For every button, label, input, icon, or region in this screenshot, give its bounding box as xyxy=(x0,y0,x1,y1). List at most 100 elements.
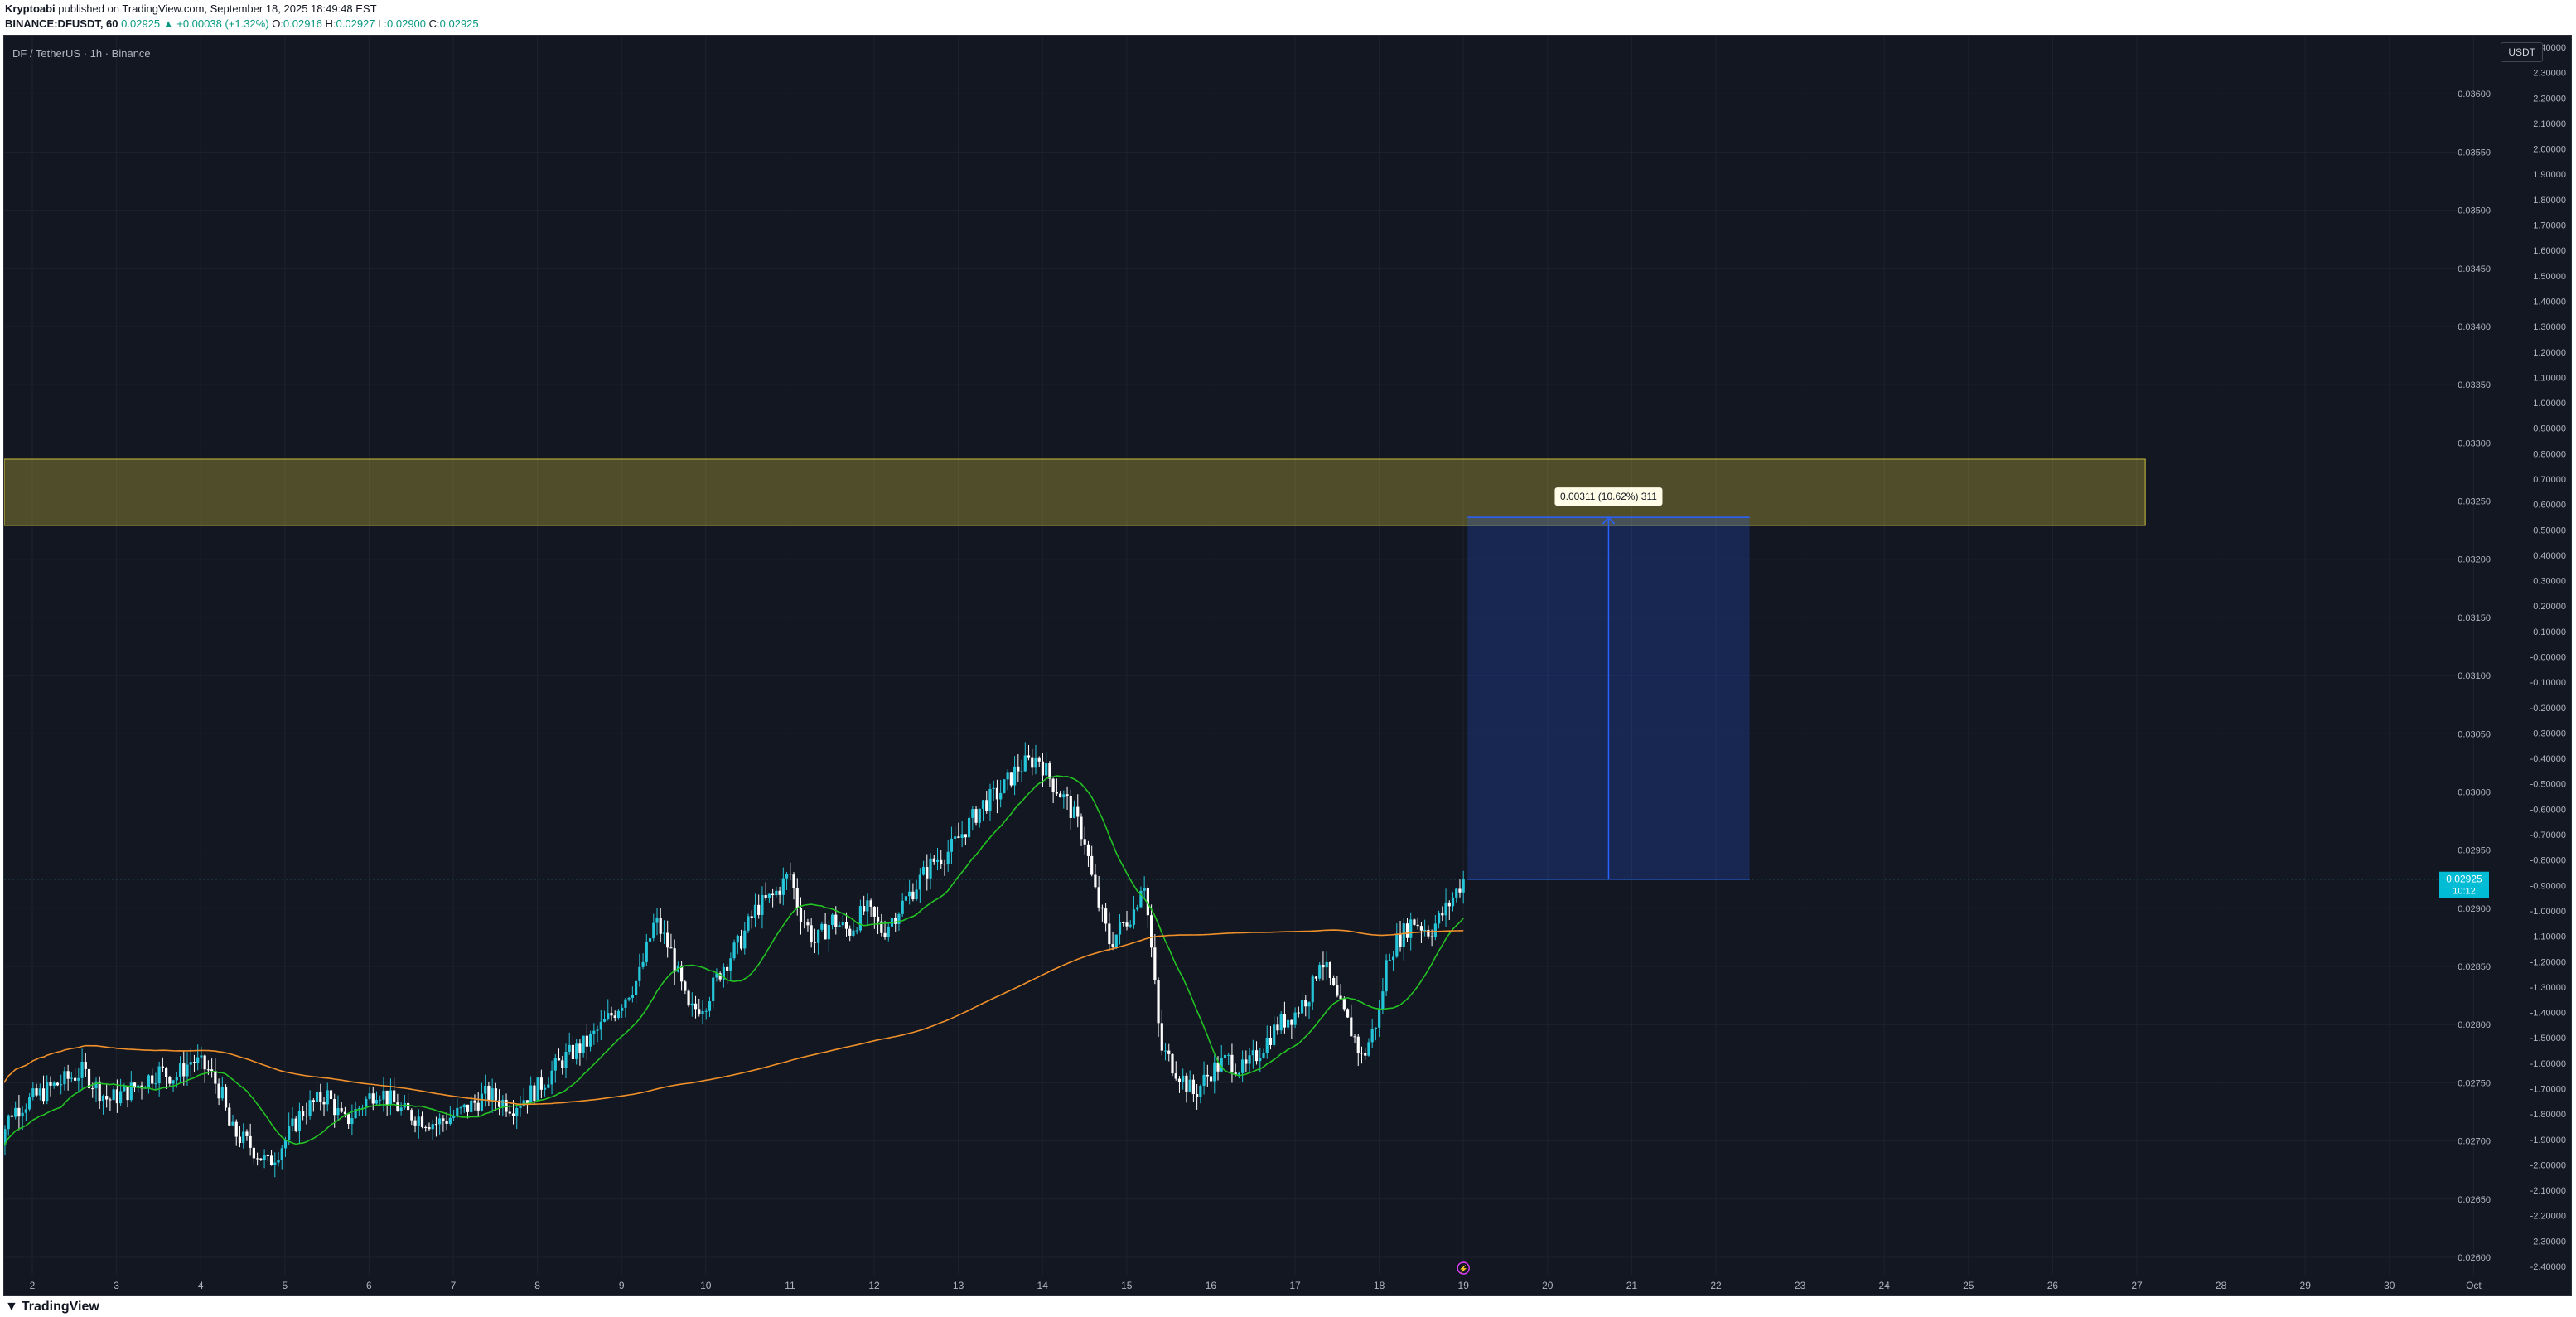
candle-body[interactable] xyxy=(189,1062,192,1065)
candle-body[interactable] xyxy=(1356,1036,1360,1053)
candle-body[interactable] xyxy=(228,1107,231,1126)
candle-body[interactable] xyxy=(1062,794,1066,798)
candle-body[interactable] xyxy=(844,922,848,929)
candle-body[interactable] xyxy=(343,1111,347,1115)
candle-body[interactable] xyxy=(834,914,838,927)
candle-body[interactable] xyxy=(1419,926,1423,931)
candle-body[interactable] xyxy=(178,1063,182,1077)
candle-body[interactable] xyxy=(413,1120,417,1126)
candle-body[interactable] xyxy=(192,1062,196,1063)
candle-body[interactable] xyxy=(151,1075,154,1084)
candle-body[interactable] xyxy=(1458,888,1462,893)
candle-body[interactable] xyxy=(101,1096,105,1102)
candle-body[interactable] xyxy=(1020,771,1023,772)
candle-body[interactable] xyxy=(799,908,803,922)
candle-body[interactable] xyxy=(553,1058,557,1071)
candle-body[interactable] xyxy=(669,947,673,949)
candle-body[interactable] xyxy=(242,1131,245,1143)
candle-body[interactable] xyxy=(277,1160,280,1163)
candle-body[interactable] xyxy=(824,923,827,940)
candle-body[interactable] xyxy=(736,935,739,943)
candle-body[interactable] xyxy=(1262,1053,1265,1058)
candle-body[interactable] xyxy=(1153,947,1157,981)
candle-body[interactable] xyxy=(46,1082,49,1102)
candle-body[interactable] xyxy=(445,1121,448,1124)
candle-body[interactable] xyxy=(379,1099,382,1101)
candle-body[interactable] xyxy=(781,878,785,895)
candle-body[interactable] xyxy=(214,1071,217,1084)
candle-body[interactable] xyxy=(1237,1072,1240,1075)
tradingview-logo[interactable]: ▼ TradingView xyxy=(5,1300,99,1315)
candle-body[interactable] xyxy=(256,1158,259,1160)
candle-body[interactable] xyxy=(659,918,662,934)
candle-body[interactable] xyxy=(154,1083,157,1085)
candle-body[interactable] xyxy=(767,893,771,898)
candle-body[interactable] xyxy=(1254,1050,1259,1062)
candle-body[interactable] xyxy=(957,836,960,838)
candle-body[interactable] xyxy=(511,1113,515,1116)
candle-body[interactable] xyxy=(946,851,950,864)
candle-body[interactable] xyxy=(918,874,921,890)
candle-body[interactable] xyxy=(1251,1050,1254,1056)
candle-body[interactable] xyxy=(1157,980,1160,1024)
candle-body[interactable] xyxy=(1182,1075,1185,1082)
candle-body[interactable] xyxy=(17,1107,21,1117)
candle-body[interactable] xyxy=(1283,1014,1287,1028)
candle-body[interactable] xyxy=(810,925,813,942)
candle-body[interactable] xyxy=(1374,1027,1378,1029)
candle-body[interactable] xyxy=(1213,1062,1216,1082)
candle-body[interactable] xyxy=(1003,779,1006,793)
candle-body[interactable] xyxy=(1293,1012,1297,1025)
candle-body[interactable] xyxy=(326,1090,329,1105)
candle-body[interactable] xyxy=(1009,772,1013,786)
candle-body[interactable] xyxy=(1118,922,1122,935)
candle-body[interactable] xyxy=(456,1107,459,1116)
candle-body[interactable] xyxy=(1325,961,1328,968)
candle-body[interactable] xyxy=(578,1043,582,1053)
candle-body[interactable] xyxy=(1191,1079,1195,1094)
candle-body[interactable] xyxy=(115,1089,118,1104)
candle-body[interactable] xyxy=(613,1015,616,1019)
candle-body[interactable] xyxy=(7,1115,10,1130)
candle-body[interactable] xyxy=(24,1109,27,1113)
candle-body[interactable] xyxy=(743,930,747,949)
candle-body[interactable] xyxy=(396,1102,399,1111)
candle-body[interactable] xyxy=(757,904,761,915)
candle-body[interactable] xyxy=(960,834,964,838)
candle-body[interactable] xyxy=(84,1061,87,1069)
candle-body[interactable] xyxy=(259,1158,263,1160)
candle-body[interactable] xyxy=(1185,1075,1188,1092)
candle-body[interactable] xyxy=(63,1071,66,1085)
candle-body[interactable] xyxy=(1111,944,1114,947)
candle-body[interactable] xyxy=(954,836,957,839)
candle-body[interactable] xyxy=(31,1088,35,1097)
candle-body[interactable] xyxy=(1069,796,1072,818)
candle-body[interactable] xyxy=(333,1099,336,1116)
candle-body[interactable] xyxy=(508,1111,511,1114)
candle-body[interactable] xyxy=(536,1077,539,1102)
candle-body[interactable] xyxy=(329,1090,333,1100)
candle-body[interactable] xyxy=(641,961,645,967)
candle-body[interactable] xyxy=(1318,964,1322,979)
candle-body[interactable] xyxy=(319,1092,322,1102)
candle-body[interactable] xyxy=(438,1118,442,1125)
candle-body[interactable] xyxy=(1444,902,1447,916)
candle-body[interactable] xyxy=(1297,1012,1300,1014)
candle-body[interactable] xyxy=(795,888,799,908)
author-name[interactable]: Kryptoabi xyxy=(5,2,56,15)
candle-body[interactable] xyxy=(1367,1042,1370,1056)
candle-body[interactable] xyxy=(1273,1024,1276,1045)
candle-body[interactable] xyxy=(610,1013,613,1016)
candle-body[interactable] xyxy=(1177,1078,1182,1082)
candle-body[interactable] xyxy=(729,958,732,971)
candle-body[interactable] xyxy=(967,817,971,838)
candle-body[interactable] xyxy=(908,891,911,897)
candle-body[interactable] xyxy=(1265,1037,1269,1053)
candle-body[interactable] xyxy=(543,1087,547,1090)
candle-body[interactable] xyxy=(571,1044,575,1059)
candle-body[interactable] xyxy=(203,1055,206,1070)
candle-body[interactable] xyxy=(1385,960,1388,992)
candle-body[interactable] xyxy=(655,918,659,923)
candle-body[interactable] xyxy=(911,891,915,900)
candle-body[interactable] xyxy=(690,1003,694,1006)
